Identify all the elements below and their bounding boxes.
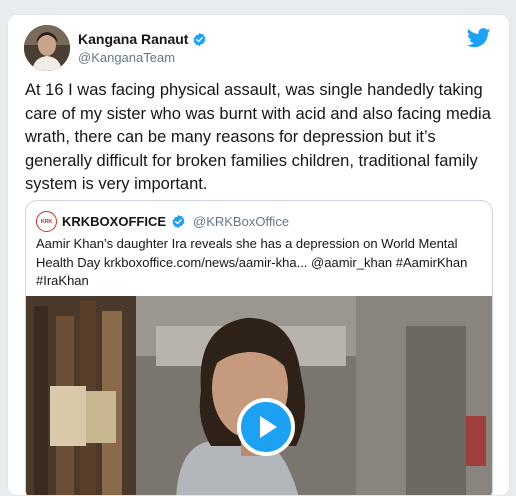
verified-badge-icon — [192, 32, 207, 47]
quoted-author-name[interactable]: KRKBOXOFFICE — [62, 214, 166, 229]
quoted-tweet[interactable]: KRK KRKBOXOFFICE @KRKBoxOffice Aamir Kha… — [25, 200, 493, 495]
tweet-text: At 16 I was facing physical assault, was… — [25, 81, 491, 193]
quoted-tweet-header: KRK KRKBOXOFFICE @KRKBoxOffice — [36, 211, 289, 232]
twitter-bird-icon[interactable] — [466, 28, 491, 48]
tweet-card[interactable]: Kangana Ranaut @KanganaTeam At 16 I was … — [7, 14, 510, 496]
author-avatar[interactable] — [24, 25, 70, 71]
play-icon[interactable] — [237, 398, 295, 456]
krk-logo-text: KRK — [40, 218, 53, 225]
author-handle[interactable]: @KanganaTeam — [78, 50, 175, 65]
krk-logo[interactable]: KRK — [36, 211, 57, 232]
quoted-author-handle[interactable]: @KRKBoxOffice — [193, 214, 289, 229]
video-thumbnail[interactable] — [26, 296, 492, 495]
author-name[interactable]: Kangana Ranaut — [78, 31, 188, 47]
verified-badge-icon — [171, 214, 186, 229]
author-name-row: Kangana Ranaut — [78, 31, 207, 47]
quoted-tweet-text: Aamir Khan’s daughter Ira reveals she ha… — [36, 236, 468, 288]
